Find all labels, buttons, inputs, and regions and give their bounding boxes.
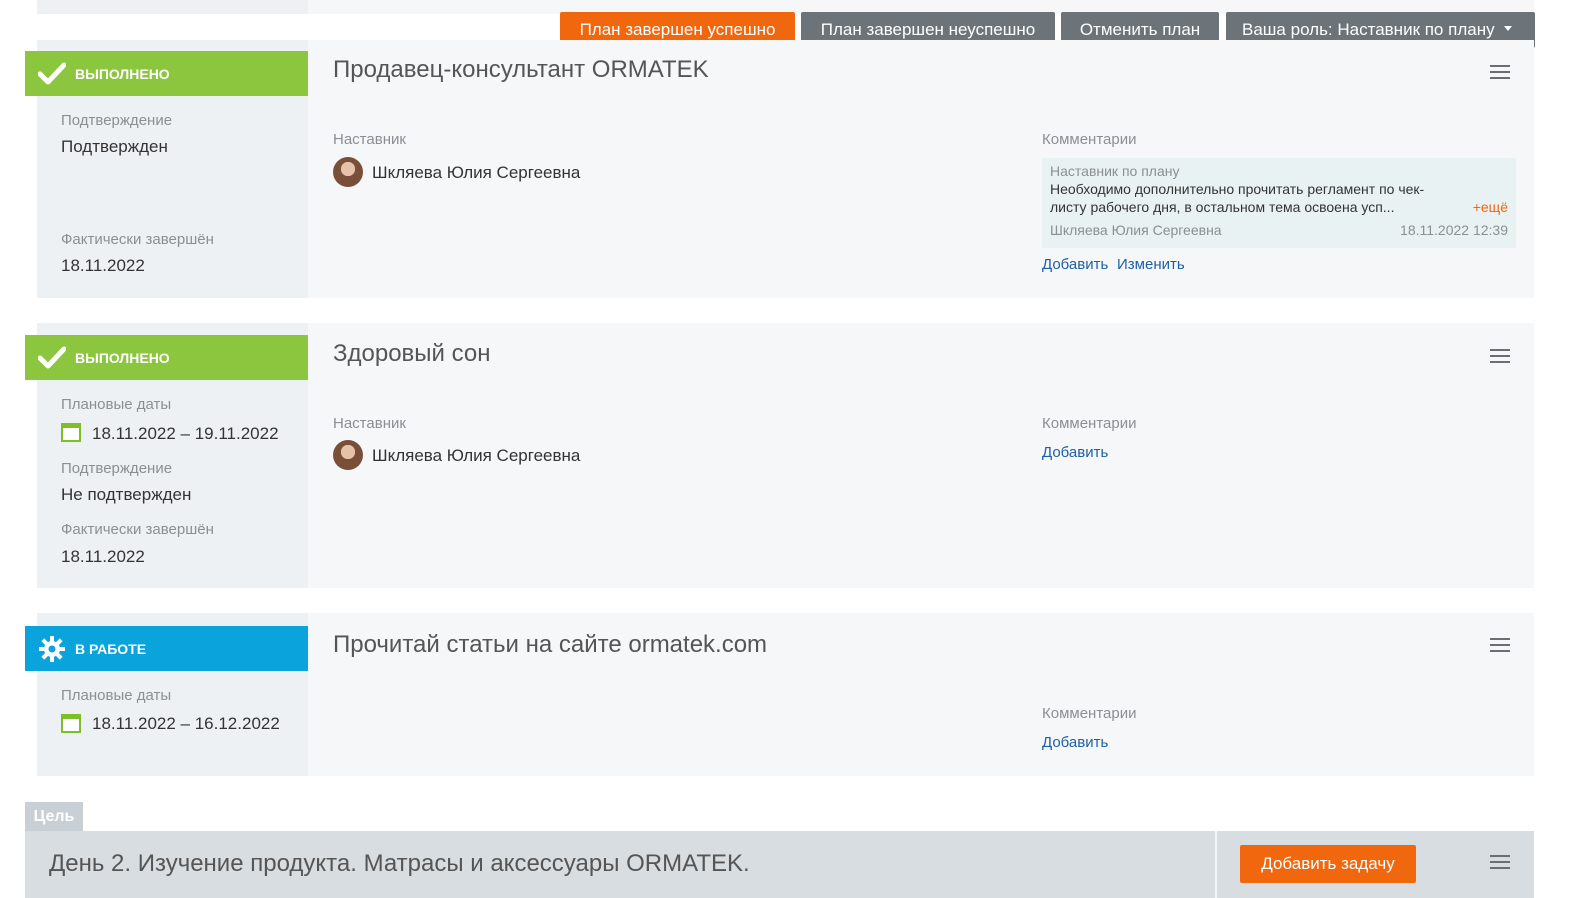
edit-comment-link[interactable]: Изменить (1117, 256, 1185, 273)
avatar (333, 157, 363, 187)
task-card: ВЫПОЛНЕНО Подтверждение Подтвержден Факт… (25, 40, 1534, 298)
status-badge: ВЫПОЛНЕНО (25, 51, 308, 96)
status-label: ВЫПОЛНЕНО (75, 65, 170, 82)
confirm-label: Подтверждение (61, 112, 173, 129)
status-badge: ВЫПОЛНЕНО (25, 335, 308, 380)
status-label: В РАБОТЕ (75, 640, 147, 657)
calendar-icon (61, 423, 81, 442)
hamburger-menu-icon[interactable] (1490, 65, 1510, 81)
comment-text-line1: Необходимо дополнительно прочитать регла… (1050, 181, 1425, 197)
goal-header: День 2. Изучение продукта. Матрасы и акс… (25, 831, 1534, 898)
task-card: В РАБОТЕ Плановые даты 18.11.2022 – 16.1… (25, 613, 1534, 776)
comments-label: Комментарии (1042, 415, 1137, 432)
finished-value: 18.11.2022 (61, 547, 145, 566)
plan-dates-value: 18.11.2022 – 19.11.2022 (92, 424, 279, 443)
status-badge: В РАБОТЕ (25, 626, 308, 671)
task-title[interactable]: Прочитай статьи на сайте ormatek.com (333, 631, 767, 659)
goal-tab: Цель (25, 802, 83, 832)
mentor-name[interactable]: Шкляева Юлия Сергеевна (372, 446, 580, 466)
mentor-label: Наставник (333, 131, 406, 148)
hamburger-menu-icon[interactable] (1490, 855, 1510, 871)
hamburger-menu-icon[interactable] (1490, 349, 1510, 365)
mentor-label: Наставник (333, 415, 406, 432)
task-card: ВЫПОЛНЕНО Плановые даты 18.11.2022 – 19.… (25, 323, 1534, 588)
add-comment-link[interactable]: Добавить (1042, 444, 1108, 461)
goal-divider (1215, 831, 1217, 898)
plan-dates-label: Плановые даты (61, 396, 172, 413)
comments-label: Комментарии (1042, 131, 1137, 148)
comment-role: Наставник по плану (1050, 163, 1180, 179)
add-comment-link[interactable]: Добавить (1042, 734, 1108, 751)
finished-value: 18.11.2022 (61, 256, 145, 275)
plan-dates-label: Плановые даты (61, 687, 172, 704)
checkmark-icon (37, 343, 67, 373)
task-title[interactable]: Здоровый сон (333, 340, 491, 368)
hamburger-menu-icon[interactable] (1490, 638, 1510, 654)
comment-more-link[interactable]: +ещё (1473, 199, 1508, 215)
checkmark-icon (37, 59, 67, 89)
comment-author: Шкляева Юлия Сергеевна (1050, 222, 1222, 238)
comment-text-line2: листу рабочего дня, в остальном тема осв… (1050, 199, 1395, 215)
gear-icon (37, 634, 67, 664)
add-task-button[interactable]: Добавить задачу (1240, 845, 1416, 883)
goal-title[interactable]: День 2. Изучение продукта. Матрасы и акс… (49, 850, 750, 878)
comment: Наставник по плану Необходимо дополнител… (1042, 158, 1516, 248)
confirm-label: Подтверждение (61, 460, 173, 477)
task-title[interactable]: Продавец-консультант ORMATEK (333, 56, 709, 84)
finished-label: Фактически завершён (61, 231, 214, 248)
mentor-name[interactable]: Шкляева Юлия Сергеевна (372, 163, 580, 183)
add-comment-link[interactable]: Добавить (1042, 256, 1108, 273)
confirm-value: Не подтвержден (61, 485, 192, 504)
plan-dates-value: 18.11.2022 – 16.12.2022 (92, 714, 280, 733)
comment-date: 18.11.2022 12:39 (1400, 222, 1508, 238)
confirm-value: Подтвержден (61, 137, 168, 156)
calendar-icon (61, 714, 81, 733)
finished-label: Фактически завершён (61, 521, 214, 538)
comments-label: Комментарии (1042, 705, 1137, 722)
role-label: Ваша роль: Наставник по плану (1242, 20, 1495, 39)
avatar (333, 440, 363, 470)
caret-down-icon (1503, 25, 1512, 31)
status-label: ВЫПОЛНЕНО (75, 349, 170, 366)
